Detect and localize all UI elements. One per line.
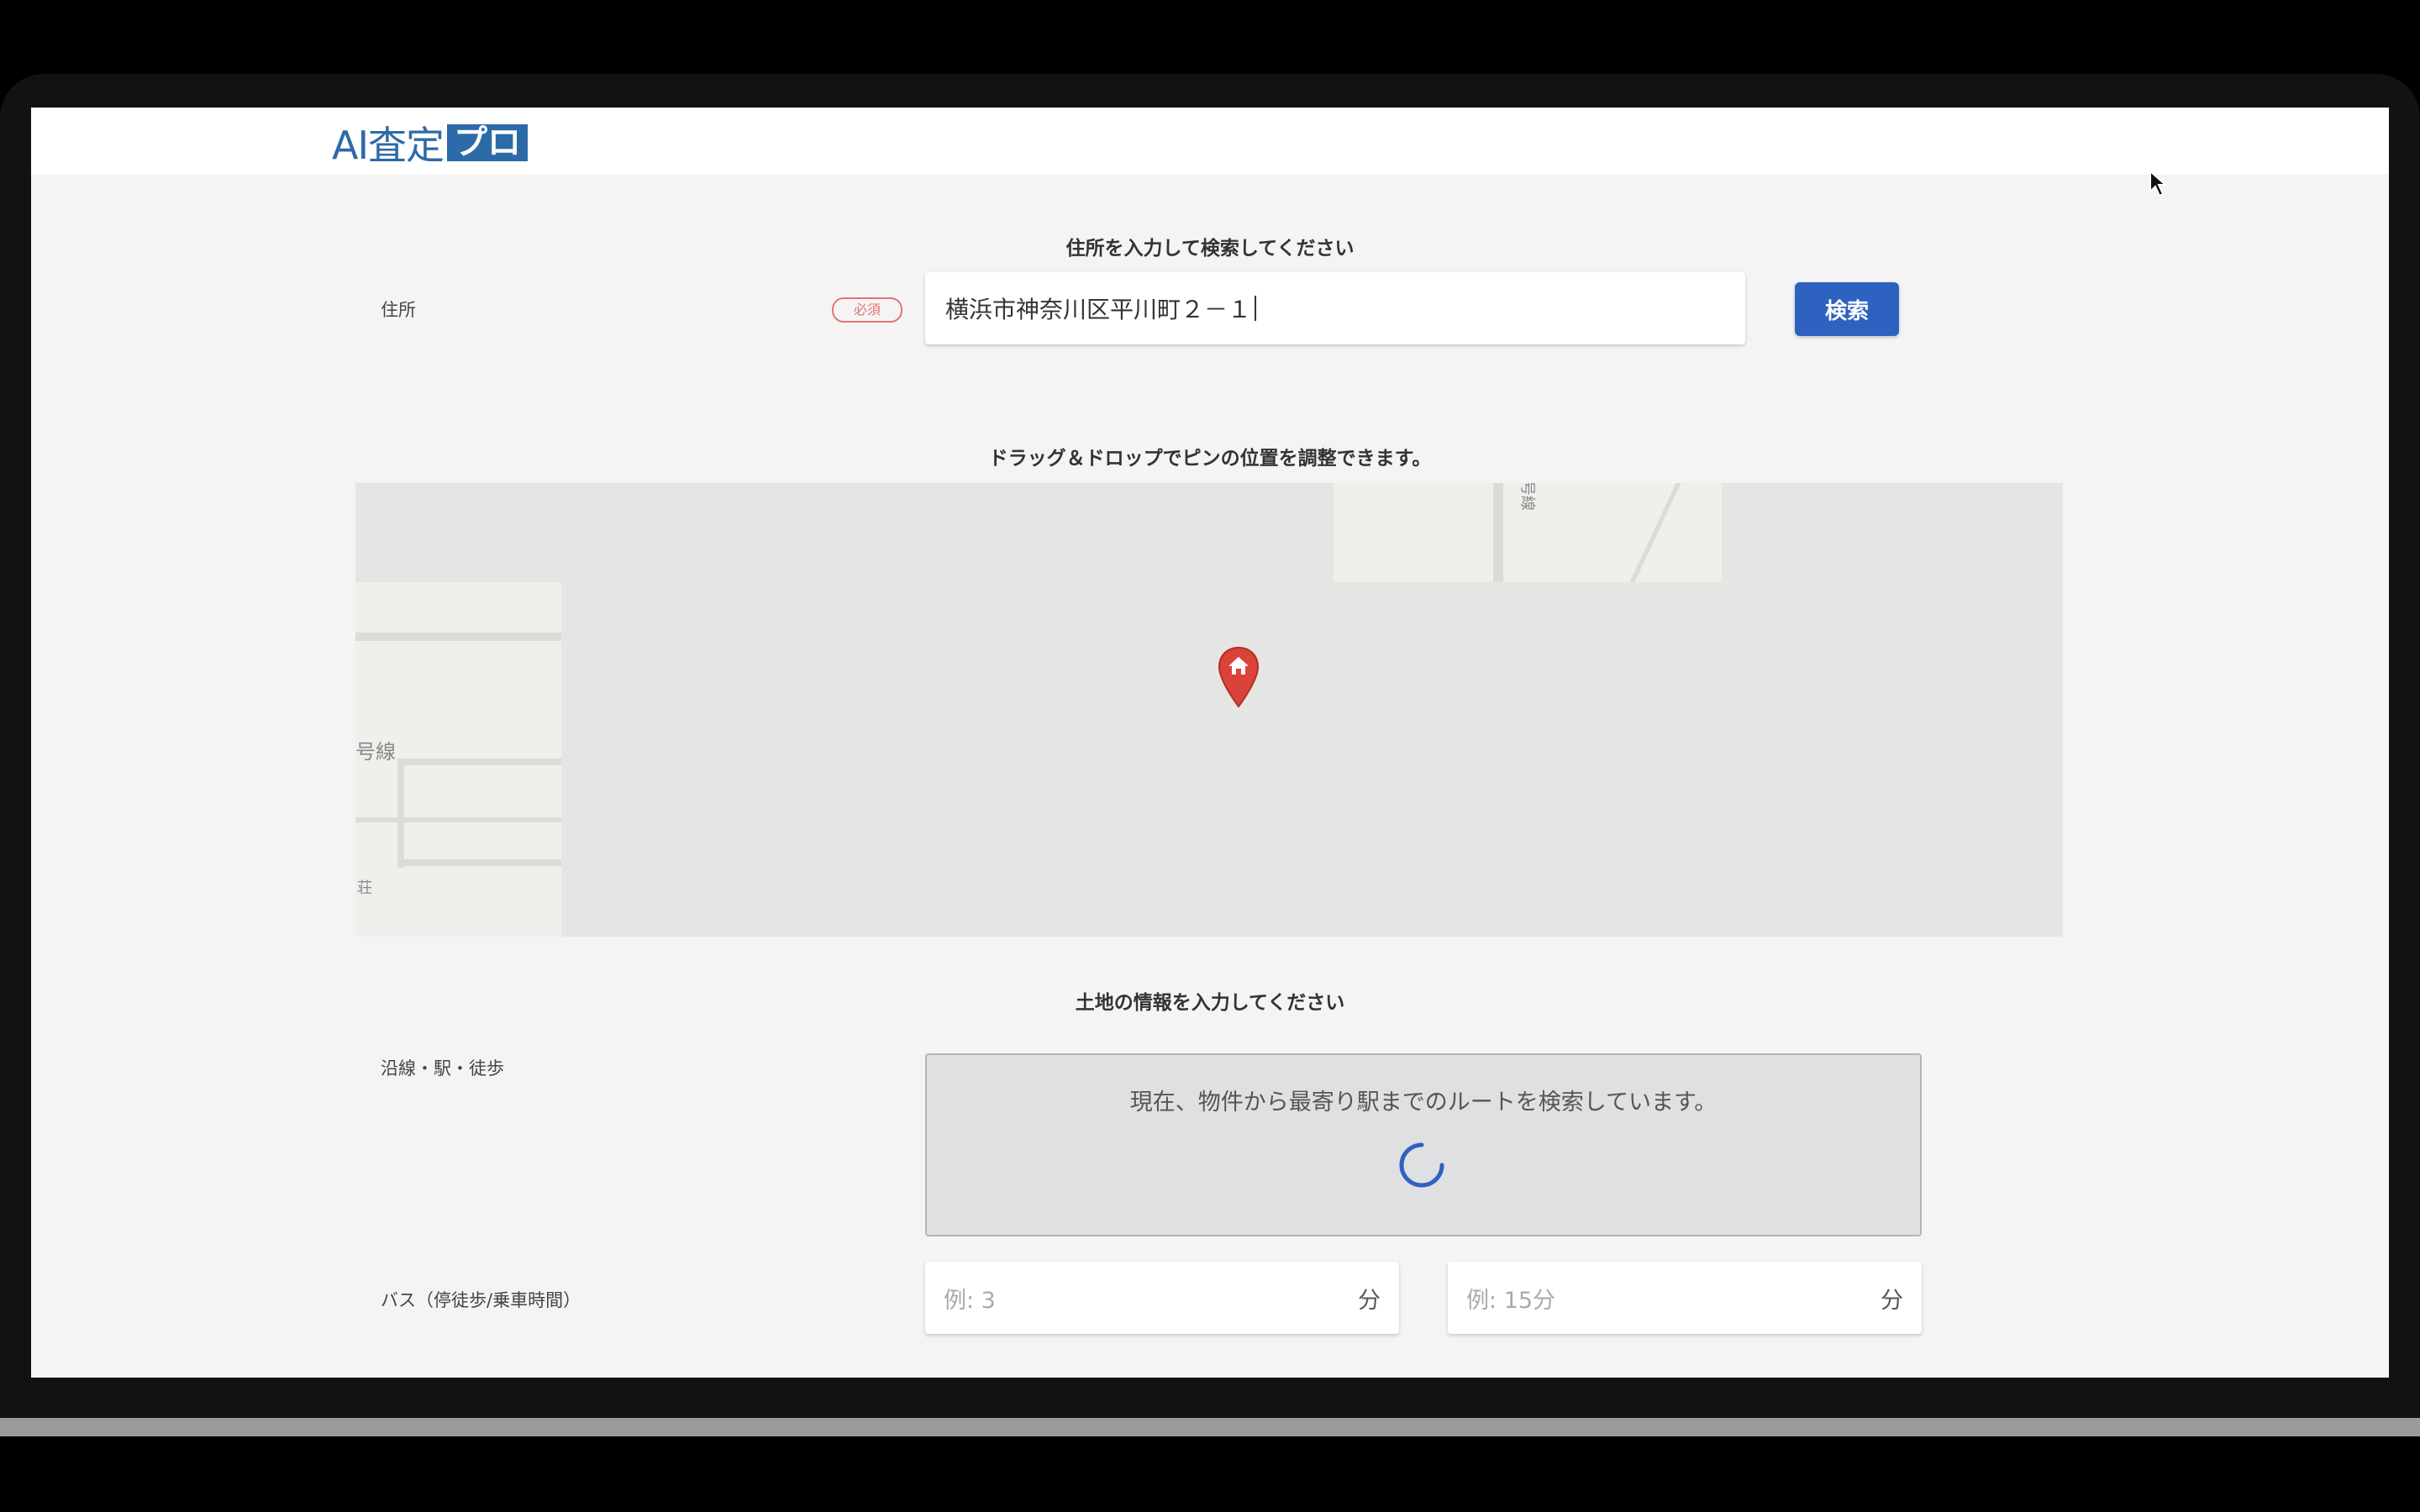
device-base xyxy=(0,1418,2420,1436)
map-road xyxy=(397,859,561,866)
logo-box: プロ xyxy=(447,124,529,161)
land-section-title: 土地の情報を入力してください xyxy=(1075,992,1345,1014)
logo[interactable]: AI査定 プロ xyxy=(332,118,529,168)
loading-spinner-icon xyxy=(1397,1141,1446,1189)
address-value: 横浜市神奈川区平川町２－１ xyxy=(945,296,1252,323)
route-label: 沿線・駅・徒歩 xyxy=(381,1058,504,1079)
app-screen: AI査定 プロ 住所を入力して検索してください 住所 必須 横浜市神奈川区平川町… xyxy=(31,108,2389,1378)
map-road xyxy=(397,759,404,868)
text-caret xyxy=(1255,296,1257,321)
map[interactable]: 号線 荘 号線 xyxy=(355,483,2063,937)
bus-ride-placeholder: 例: 15分 xyxy=(1466,1287,1556,1314)
map-road xyxy=(355,633,561,641)
route-search-panel: 現在、物件から最寄り駅までのルートを検索しています。 xyxy=(925,1053,1922,1236)
address-input[interactable]: 横浜市神奈川区平川町２－１ xyxy=(925,272,1745,344)
map-road xyxy=(1629,483,1681,582)
route-search-message: 現在、物件から最寄り駅までのルートを検索しています。 xyxy=(1129,1089,1718,1116)
required-badge: 必須 xyxy=(832,297,902,323)
map-road xyxy=(1493,483,1503,582)
mouse-cursor-icon xyxy=(2149,169,2168,198)
bus-label: バス（停徒歩/乗車時間） xyxy=(381,1290,581,1310)
app-header: AI査定 プロ xyxy=(31,108,2389,175)
address-label: 住所 xyxy=(381,300,416,320)
map-label: 荘 xyxy=(357,879,372,897)
address-section-title: 住所を入力して検索してください xyxy=(1065,238,1355,260)
map-pin-house-icon[interactable] xyxy=(1218,646,1260,708)
logo-text: AI査定 xyxy=(332,123,445,168)
bus-walk-placeholder: 例: 3 xyxy=(944,1287,996,1314)
map-section-title: ドラッグ＆ドロップでピンの位置を調整できます。 xyxy=(988,448,1432,470)
map-label: 号線 xyxy=(1518,483,1536,511)
bus-ride-unit: 分 xyxy=(1881,1287,1903,1314)
bus-walk-input[interactable]: 例: 3 分 xyxy=(925,1262,1399,1334)
search-button[interactable]: 検索 xyxy=(1795,282,1899,336)
map-label: 号線 xyxy=(355,740,396,764)
map-road xyxy=(355,817,561,822)
bus-walk-unit: 分 xyxy=(1358,1287,1381,1314)
map-road xyxy=(397,759,561,765)
bus-ride-input[interactable]: 例: 15分 分 xyxy=(1448,1262,1922,1334)
